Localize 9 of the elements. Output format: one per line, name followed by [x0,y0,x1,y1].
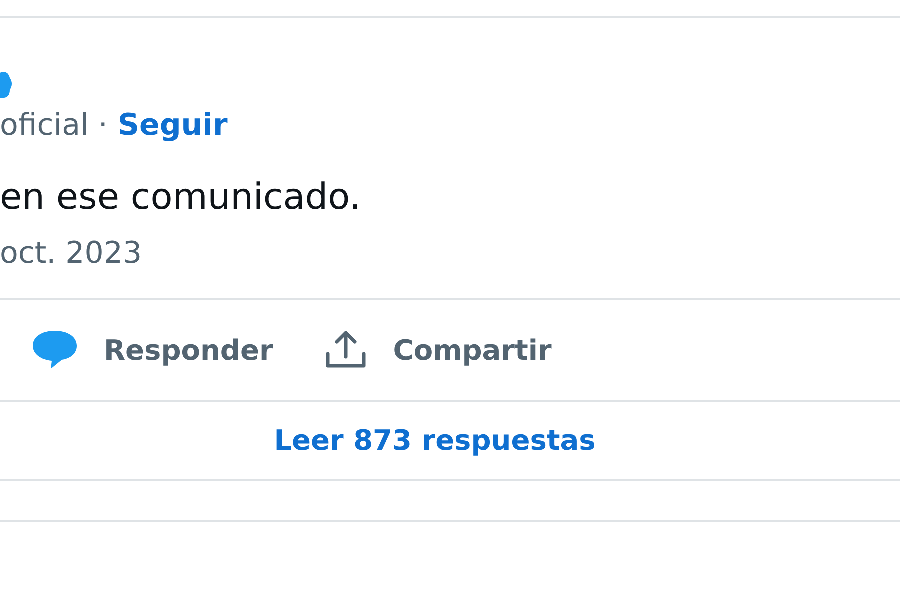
share-icon [325,330,368,370]
read-replies-link[interactable]: Leer 873 respuestas [274,424,596,457]
account-label: oficial · [0,108,108,143]
share-button[interactable]: Compartir [325,330,552,370]
follow-link[interactable]: Seguir [118,108,228,143]
tweet-text: en ese comunicado. [0,177,362,218]
reply-button[interactable]: Responder [32,329,274,371]
tweet-date: oct. 2023 [0,236,144,271]
speech-bubble-icon [32,329,78,371]
